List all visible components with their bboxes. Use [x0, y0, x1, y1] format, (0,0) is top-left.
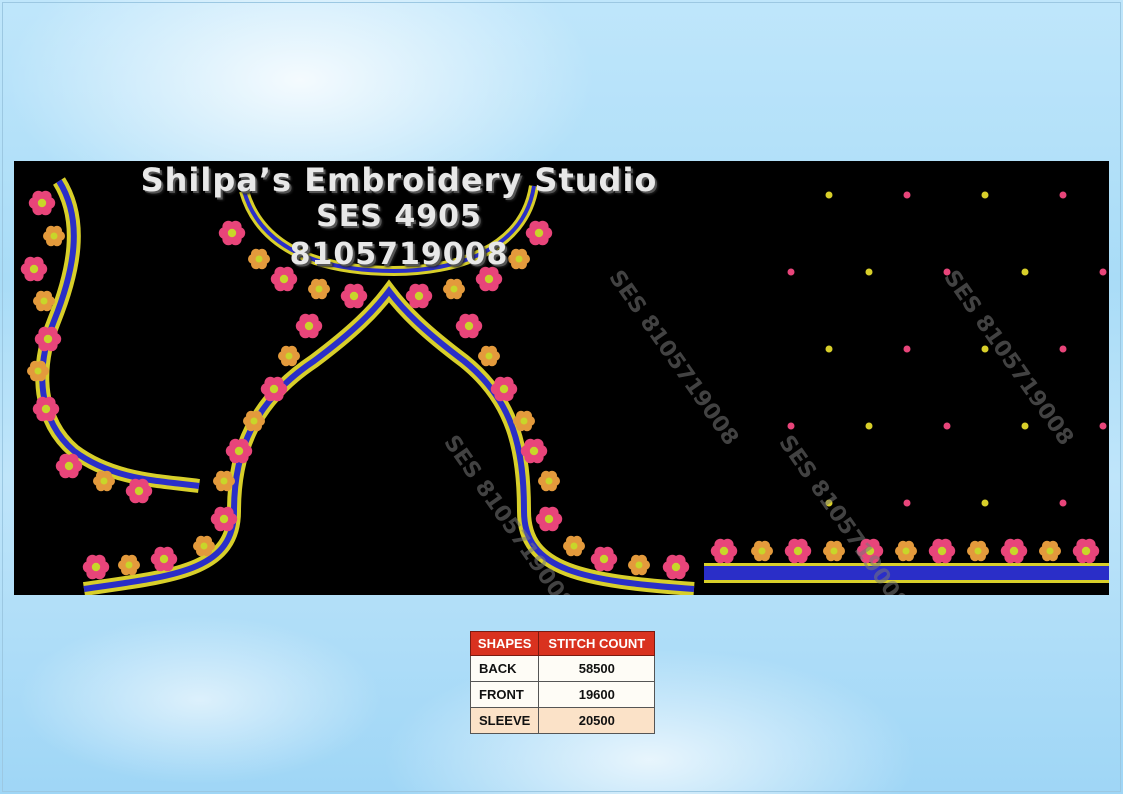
butti-dot: [903, 499, 911, 507]
shape-cell: SLEEVE: [469, 707, 540, 734]
flower-motif: [20, 256, 48, 282]
embroidery-design-preview: Shilpa’s Embroidery Studio SES 4905 8105…: [14, 161, 1109, 595]
flower-motif: [43, 225, 65, 247]
butti-dot: [865, 422, 873, 430]
flower-motif: [628, 554, 650, 576]
butti-dot: [981, 499, 989, 507]
flower-motif: [1039, 540, 1061, 562]
flower-motif: [710, 538, 738, 564]
flower-motif: [308, 278, 330, 300]
table-row: SLEEVE 20500: [469, 707, 656, 734]
shapes-header: SHAPES: [469, 631, 540, 656]
design-code: SES 4905: [316, 199, 482, 234]
butti-dot: [1059, 345, 1067, 353]
butti-dot: [825, 191, 833, 199]
sleeve-border: [704, 563, 1109, 583]
shape-cell: BACK: [469, 655, 540, 682]
flower-motif: [1000, 538, 1028, 564]
flower-motif: [538, 470, 560, 492]
butti-dot: [1099, 422, 1107, 430]
butti-dot: [787, 422, 795, 430]
flower-motif: [751, 540, 773, 562]
sleeve-buttis: [787, 191, 1107, 507]
table-header-row: SHAPES STITCH COUNT: [469, 631, 656, 656]
flower-motif: [535, 506, 563, 532]
flower-motif: [895, 540, 917, 562]
flower-motif: [28, 190, 56, 216]
butti-dot: [787, 268, 795, 276]
back-shape-border: [82, 279, 695, 595]
table-row: FRONT 19600: [469, 681, 656, 708]
flower-motif: [1072, 538, 1100, 564]
flower-motif: [278, 345, 300, 367]
butti-dot: [903, 191, 911, 199]
butti-dot: [1021, 422, 1029, 430]
flower-motif: [928, 538, 956, 564]
flower-motif: [82, 554, 110, 580]
table-row: BACK 58500: [469, 655, 656, 682]
butti-dot: [825, 345, 833, 353]
flower-motif: [967, 540, 989, 562]
stitch-count-table: SHAPES STITCH COUNT BACK 58500 FRONT 196…: [469, 631, 656, 734]
studio-phone: 8105719008: [289, 237, 509, 272]
count-cell: 20500: [538, 707, 656, 734]
butti-dot: [943, 422, 951, 430]
flower-motif: [784, 538, 812, 564]
butti-dot: [903, 345, 911, 353]
butti-dot: [1099, 268, 1107, 276]
count-cell: 58500: [538, 655, 656, 682]
flower-motif: [662, 554, 690, 580]
flower-motif: [340, 283, 368, 309]
butti-dot: [1059, 499, 1067, 507]
butti-dot: [981, 191, 989, 199]
flower-motif: [295, 313, 323, 339]
shape-cell: FRONT: [469, 681, 540, 708]
flower-motif: [478, 345, 500, 367]
studio-name: Shilpa’s Embroidery Studio: [140, 161, 658, 199]
flower-motif: [118, 554, 140, 576]
butti-dot: [1059, 191, 1067, 199]
butti-dot: [1021, 268, 1029, 276]
butti-dot: [865, 268, 873, 276]
flower-motif: [563, 535, 585, 557]
flower-motif: [443, 278, 465, 300]
flower-motif: [590, 546, 618, 572]
flower-motif: [455, 313, 483, 339]
stitch-count-header: STITCH COUNT: [538, 631, 656, 656]
flower-motif: [405, 283, 433, 309]
count-cell: 19600: [538, 681, 656, 708]
